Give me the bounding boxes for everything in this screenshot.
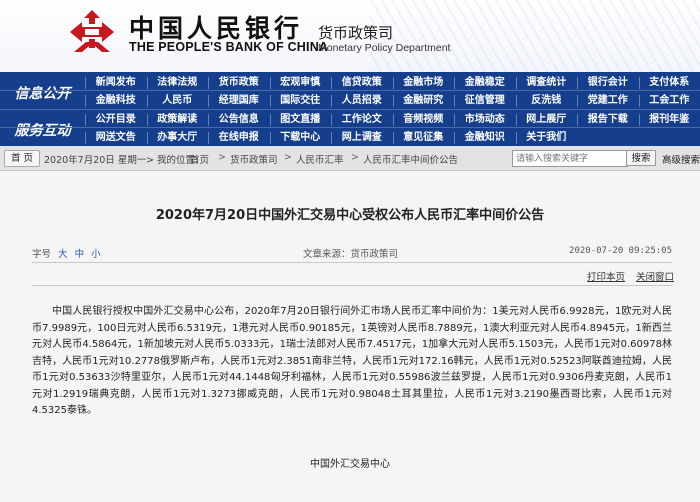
breadcrumb-separator: >: [218, 152, 226, 163]
font-size-label: 字号: [32, 249, 52, 260]
bank-name-en: THE PEOPLE'S BANK OF CHINA: [129, 40, 329, 54]
font-size-small-link[interactable]: 小: [91, 249, 101, 260]
current-date: 2020年7月20日 星期一: [44, 155, 147, 166]
breadcrumb-item-current[interactable]: 人民币汇率中间价公告: [363, 152, 458, 166]
nav-item[interactable]: 工会工作: [638, 92, 700, 110]
meta-divider: [32, 262, 672, 263]
nav-item[interactable]: 关于我们: [515, 129, 578, 147]
breadcrumb-bar: 首 页 2020年7月20日 星期一 > 我的位置: 首页 > 货币政策司 > …: [0, 146, 700, 171]
nav-item[interactable]: 反洗钱: [515, 92, 578, 110]
font-size-large-link[interactable]: 大: [58, 249, 68, 260]
nav-divider: [0, 90, 700, 91]
close-window-link[interactable]: 关闭窗口: [636, 269, 674, 283]
nav-item[interactable]: 在线申报: [208, 129, 270, 147]
site-header: 中国人民银行 THE PEOPLE'S BANK OF CHINA 货币政策司 …: [0, 0, 700, 72]
nav-divider: [0, 127, 700, 128]
actions-divider: [32, 285, 672, 286]
nav-section-title: 服务互动: [14, 123, 71, 139]
print-page-link[interactable]: 打印本页: [587, 269, 625, 283]
home-button[interactable]: 首 页: [4, 150, 40, 167]
breadcrumb-item-monetary-policy[interactable]: 货币政策司: [230, 152, 278, 166]
nav-item[interactable]: 国际交往: [269, 92, 332, 110]
breadcrumb-separator: >: [284, 152, 292, 163]
nav-divider: [0, 109, 700, 110]
breadcrumb-separator: >: [351, 152, 359, 163]
pboc-emblem-icon: [70, 10, 114, 52]
main-navigation: 信息公开 新闻发布 法律法规 货币政策 宏观审慎 信贷政策 金融市场 金融稳定 调查统计 银行会计…: [0, 72, 700, 146]
nav-item[interactable]: 人民币: [146, 92, 209, 110]
font-size-medium-link[interactable]: 中: [75, 249, 85, 260]
nav-item[interactable]: 党建工作: [577, 92, 639, 110]
department-name-cn: 货币政策司: [318, 24, 394, 42]
article-title: 2020年7月20日中国外汇交易中心受权公布人民币汇率中间价公告: [155, 208, 545, 223]
nav-item[interactable]: 意见征集: [392, 129, 455, 147]
nav-item[interactable]: 网送文告: [85, 129, 147, 147]
article-body: 中国人民银行授权中国外汇交易中心公布，2020年7月20日银行间外汇市场人民币汇…: [32, 306, 672, 416]
nav-section-title: 信息公开: [14, 86, 71, 102]
nav-item[interactable]: 人员招录: [331, 92, 393, 110]
nav-item[interactable]: 办事大厅: [146, 129, 209, 147]
nav-row: 网送文告 办事大厅 在线申报 下载中心 网上调查 意见征集 金融知识 关于我们: [85, 129, 700, 147]
nav-item[interactable]: 网上调查: [331, 129, 393, 147]
advanced-search-link[interactable]: 高级搜索: [662, 152, 700, 166]
nav-row: 金融科技 人民币 经理国库 国际交往 人员招录 金融研究 征信管理 反洗钱 党建工作 工会工作: [85, 92, 700, 110]
nav-item[interactable]: 下载中心: [269, 129, 332, 147]
nav-item[interactable]: 经理国库: [208, 92, 270, 110]
breadcrumb-item-home[interactable]: 首页: [190, 152, 209, 166]
article-meta: 字号 大 中 小 文章来源：货币政策司 2020-07-20 09:25:05: [32, 246, 672, 260]
breadcrumb-separator: >: [146, 155, 154, 166]
department-name-en: Monetary Policy Department: [318, 42, 451, 54]
article-signature: 中国外汇交易中心: [310, 459, 390, 470]
nav-item[interactable]: 征信管理: [454, 92, 516, 110]
article-container: 2020年7月20日中国外汇交易中心受权公布人民币汇率中间价公告 字号 大 中 …: [0, 171, 700, 502]
breadcrumb-item-rmb-rate[interactable]: 人民币汇率: [296, 152, 344, 166]
nav-item[interactable]: 金融科技: [85, 92, 147, 110]
header-hatch-decoration: [370, 0, 700, 72]
search-input[interactable]: [512, 150, 628, 167]
search-button[interactable]: 搜索: [626, 150, 656, 166]
nav-item[interactable]: 金融研究: [392, 92, 455, 110]
article-datetime: 2020-07-20 09:25:05: [569, 246, 672, 256]
nav-item[interactable]: 金融知识: [454, 129, 516, 147]
article-source: 文章来源：货币政策司: [303, 249, 399, 260]
